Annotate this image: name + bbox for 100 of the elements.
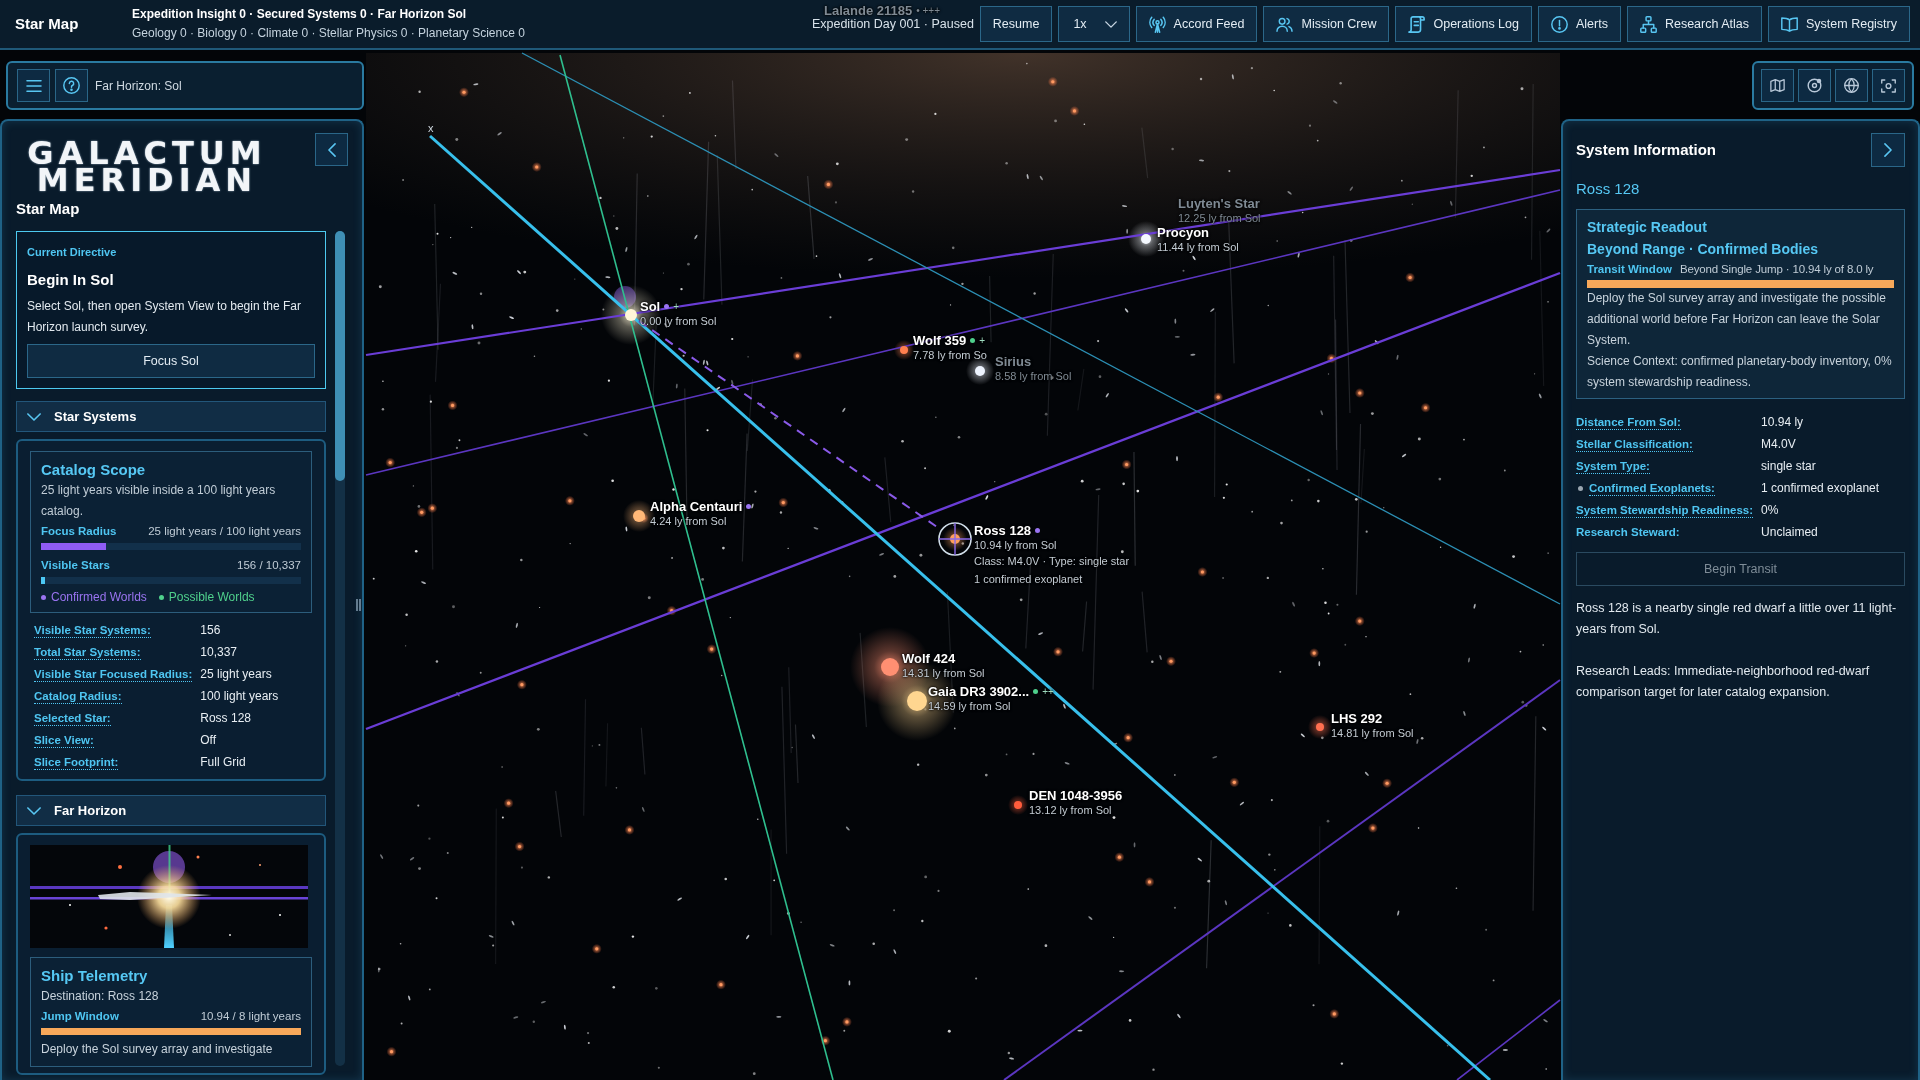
star-name: Procyon [1157, 225, 1209, 240]
fact-label: Distance From Sol: [1576, 414, 1681, 430]
meter-reading: Beyond Single Jump · 10.94 ly of 8.0 ly [1679, 262, 1874, 277]
distance-text: 13.12 ly from Sol [1029, 803, 1113, 817]
fact-value: 10,337 [200, 644, 238, 661]
distance-text: 14.31 ly from Sol [902, 666, 985, 680]
speed-dropdown[interactable]: 1x [1058, 6, 1130, 42]
description-text: Research Leads: Immediate-neighborhood red-dwarf comparison target for later catalog expansion. [1576, 663, 1871, 701]
readout-text: Science Context: confirmed planetary-body inventory, 0% system stewardship readiness. [1587, 353, 1893, 391]
scroll-icon [1408, 15, 1426, 33]
fact-label: Stellar Classification: [1576, 436, 1693, 452]
toolbar-button[interactable]: Accord Feed [1135, 6, 1258, 42]
fact-label: Total Star Systems: [34, 644, 141, 660]
stats-line: Expedition Insight 0 · Secured Systems 0 · Far Horizon Sol [132, 6, 468, 23]
meter-reading: 10.94 / 8 light years [200, 1009, 301, 1024]
meter-label: Transit Window [1587, 262, 1672, 277]
card-eyebrow: Current Directive [27, 245, 118, 260]
meter-reading: 156 / 10,337 [237, 558, 301, 573]
fact-label: System Type: [1576, 458, 1650, 474]
expand-button[interactable] [1871, 133, 1905, 167]
card-title: Begin In Sol [27, 270, 115, 290]
star-detail: 1 confirmed exoplanet [974, 572, 1084, 587]
map-view-button[interactable] [1761, 69, 1794, 102]
fact-value: 156 [200, 622, 222, 639]
meter-label: Focus Radius [41, 524, 117, 539]
status-text: Expedition Day 001 · Paused [811, 15, 974, 33]
destination-text: Destination: Ross 128 [41, 988, 160, 1005]
star-title: Ross 128 [1576, 179, 1641, 199]
collapse-button[interactable] [315, 133, 348, 166]
star-detail: Class: M4.0V · Type: single star [974, 554, 1130, 569]
fact-value: 100 light years [200, 688, 280, 705]
caret-icon [1104, 20, 1117, 28]
fact-label: Selected Star: [34, 710, 111, 726]
distance-text: 0.00 ly from Sol [640, 314, 717, 328]
logo-wordmark: GALACTUM MERIDIAN [26, 140, 268, 194]
toolbar-button[interactable]: Operations Log [1395, 6, 1532, 42]
fact-label: Visible Star Focused Radius: [34, 666, 193, 682]
orbit-view-button[interactable] [1798, 69, 1831, 102]
star-name: Wolf 424 [902, 651, 956, 666]
meter-label: Visible Stars [41, 558, 110, 573]
fact-value: 0% [1761, 502, 1780, 519]
toolbar-button[interactable]: Alerts [1537, 6, 1621, 42]
people-icon [1276, 16, 1294, 32]
menu-icon [25, 78, 42, 93]
fact-value: Unclaimed [1761, 524, 1819, 541]
alert-icon [1550, 15, 1568, 33]
resume-button[interactable]: Resume [979, 6, 1053, 42]
accordion-header[interactable]: Star Systems [16, 401, 326, 432]
readout-status: Beyond Range · Confirmed Bodies [1587, 240, 1820, 259]
app-title: Star Map [15, 13, 80, 34]
star-name: Ross 128 [974, 523, 1032, 538]
help-icon [63, 77, 80, 94]
fact-value: 25 light years [200, 666, 273, 683]
distance-text: 7.78 ly from So [913, 348, 987, 362]
help-button[interactable] [55, 69, 88, 102]
fact-value: 1 confirmed exoplanet [1761, 480, 1881, 497]
axis-label: x [428, 122, 434, 134]
globe-icon [1844, 78, 1859, 93]
stats-line: Geology 0 · Biology 0 · Climate 0 · Stellar Physics 0 · Planetary Science 0 [132, 25, 525, 42]
book-icon [1781, 16, 1798, 32]
legend-label: Confirmed Worlds [51, 589, 147, 606]
toolbar-button[interactable]: Mission Crew [1263, 6, 1390, 42]
distance-text: 8.58 ly from Sol [995, 369, 1072, 383]
star-name: DEN 1048-3956 [1029, 788, 1123, 803]
panel-title: System Information [1576, 139, 1717, 160]
fact-value: single star [1761, 458, 1817, 475]
scrollbar-thumb[interactable] [335, 231, 345, 481]
menu-button[interactable] [17, 69, 50, 102]
globe-view-button[interactable] [1835, 69, 1868, 102]
telemetry-text: Deploy the Sol survey array and investigate [41, 1041, 274, 1058]
map-icon [1770, 79, 1785, 92]
distance-text: 14.59 ly from Sol [928, 699, 1012, 713]
chevron-right-icon [1884, 143, 1892, 157]
star-name: Sirius [995, 354, 1032, 369]
marker-glyphs: ++ [1042, 685, 1054, 699]
scan-frame-icon [1881, 78, 1896, 93]
star-name: LHS 292 [1331, 711, 1383, 726]
star-name: Luyten's Star [1178, 196, 1260, 211]
fact-value: Off [200, 732, 218, 749]
resize-handle-icon[interactable] [356, 599, 361, 611]
panel-heading: Star Map [16, 199, 81, 219]
fact-label: Slice Footprint: [34, 754, 119, 770]
distance-text: 10.94 ly from Sol [974, 538, 1058, 552]
fact-value: 10.94 ly [1761, 414, 1805, 431]
marker-glyphs: + [979, 334, 986, 348]
fact-value: Ross 128 [200, 710, 252, 727]
legend-label: Possible Worlds [168, 589, 255, 606]
fact-label: Research Steward: [1576, 525, 1680, 540]
focus-button[interactable]: Focus Sol [27, 344, 315, 378]
card-text: Select Sol, then open System View to begin the Far Horizon launch survey. [27, 298, 302, 336]
fact-value: M4.0V [1761, 436, 1797, 453]
distance-text: 11.44 ly from Sol [1157, 240, 1239, 254]
accordion-header[interactable]: Far Horizon [16, 795, 326, 826]
box-title: Ship Telemetry [41, 966, 149, 986]
scrollbar-track[interactable] [335, 231, 345, 1066]
toolbar-button[interactable]: System Registry [1768, 6, 1910, 42]
focus-view-button[interactable] [1872, 69, 1905, 102]
toolbar-button[interactable]: Research Atlas [1626, 6, 1762, 42]
antenna-icon [1148, 15, 1166, 33]
distance-text: 4.24 ly from Sol [650, 514, 728, 528]
